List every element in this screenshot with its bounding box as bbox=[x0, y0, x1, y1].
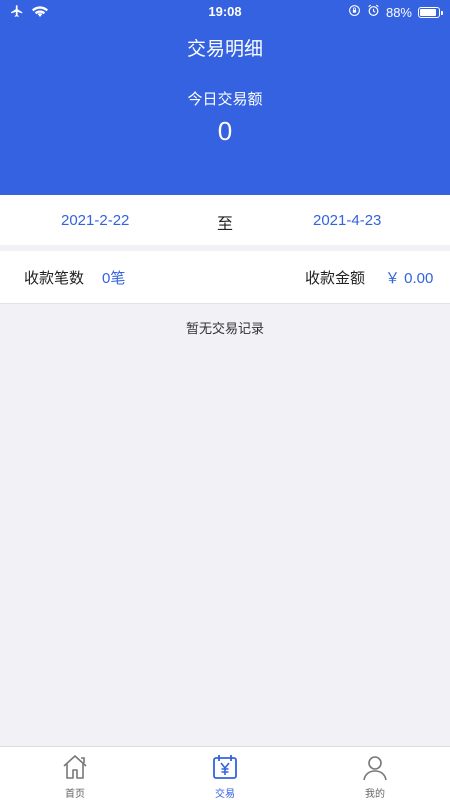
header: 19:08 88% 交易明细 今日交易额 0 bbox=[0, 0, 450, 195]
summary-bar: 收款笔数 0笔 收款金额 ￥ 0.00 bbox=[0, 251, 450, 303]
battery-percent: 88% bbox=[385, 4, 412, 20]
page-title: 交易明细 bbox=[186, 38, 263, 60]
amount-label: 收款金额 bbox=[305, 269, 366, 287]
tab-transaction-label: 交易 bbox=[215, 789, 235, 800]
amount-value: ￥ 0.00 bbox=[385, 270, 434, 287]
date-range: 2021-2-22 至 2021-4-23 bbox=[0, 195, 450, 245]
tab-home-label: 首页 bbox=[65, 789, 85, 800]
divider bbox=[0, 303, 450, 304]
tab-mine[interactable]: 我的 bbox=[300, 747, 450, 800]
home-icon bbox=[63, 755, 87, 779]
alarm-icon bbox=[367, 4, 380, 20]
tab-bar: 首页 交易 我的 bbox=[0, 746, 450, 800]
count-value: 0笔 bbox=[102, 270, 126, 287]
empty-state-text: 暂无交易记录 bbox=[185, 322, 264, 337]
rotation-lock-icon bbox=[348, 4, 361, 20]
status-bar: 19:08 88% bbox=[0, 0, 450, 24]
transaction-icon bbox=[213, 755, 237, 779]
count-label: 收款笔数 bbox=[24, 269, 85, 287]
user-icon bbox=[363, 756, 387, 781]
tab-transaction[interactable]: 交易 bbox=[150, 747, 300, 800]
today-amount-value: 0 bbox=[217, 116, 233, 146]
end-date-picker[interactable]: 2021-4-23 bbox=[313, 212, 381, 229]
battery-icon bbox=[418, 6, 443, 18]
tab-home[interactable]: 首页 bbox=[0, 747, 150, 800]
today-amount-label: 今日交易额 bbox=[187, 90, 263, 108]
tab-mine-label: 我的 bbox=[365, 789, 385, 800]
date-separator: 至 bbox=[216, 214, 233, 233]
